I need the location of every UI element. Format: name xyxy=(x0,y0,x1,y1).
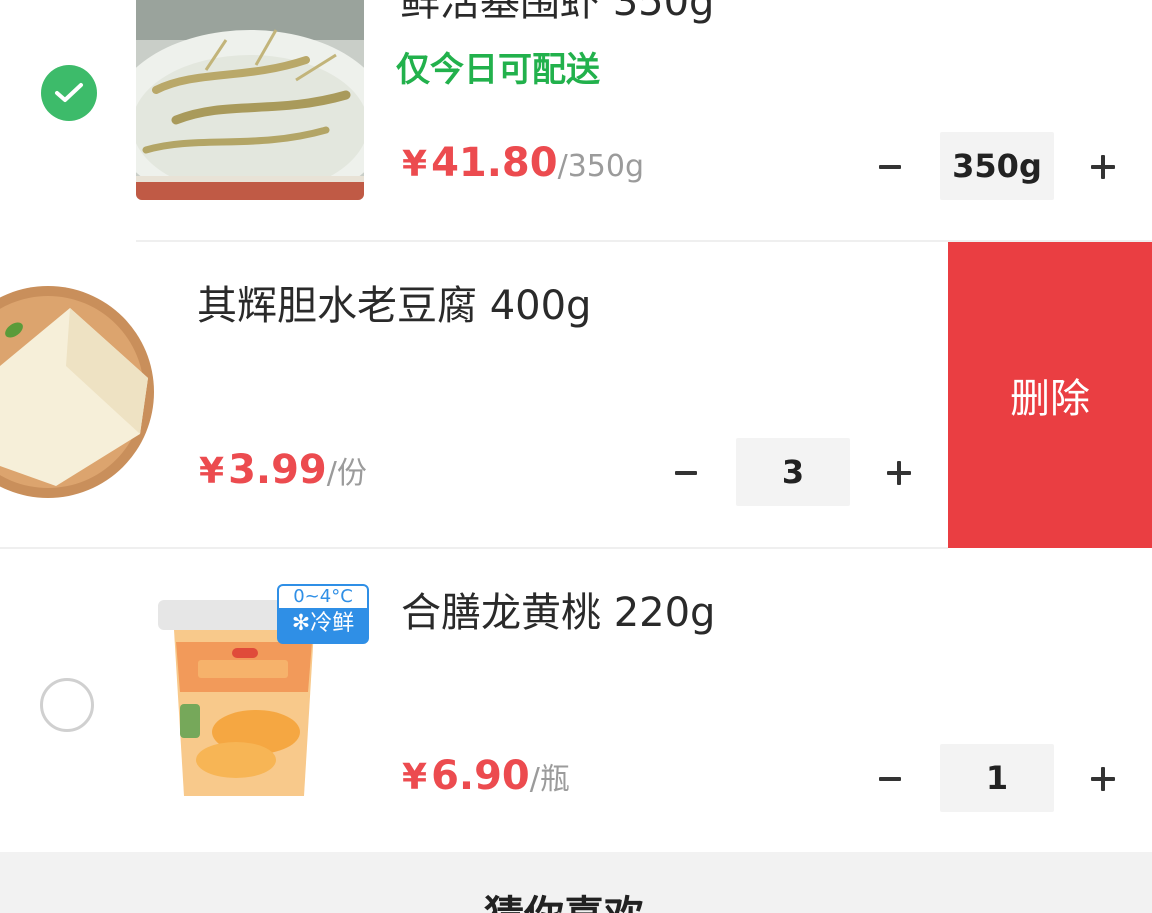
price-amount: 41.80 xyxy=(431,140,558,186)
select-checkbox-checked[interactable] xyxy=(41,65,97,121)
price-unit: /瓶 xyxy=(529,762,570,797)
currency-symbol: ¥ xyxy=(199,451,225,492)
plus-icon xyxy=(1091,155,1115,179)
tofu-photo xyxy=(0,286,154,498)
cold-fresh-badge: 0~4°C ✻冷鲜 xyxy=(277,584,369,644)
price-amount: 3.99 xyxy=(228,447,327,493)
snowflake-icon: ✻ xyxy=(291,611,311,636)
product-image-shrimp[interactable] xyxy=(136,0,364,200)
quantity-display[interactable]: 350g xyxy=(940,132,1054,200)
increase-quantity-button[interactable] xyxy=(1083,147,1123,187)
increase-quantity-button[interactable] xyxy=(1083,759,1123,799)
cart-page: 鲜活基围虾 350g 仅今日可配送 ¥41.80/350g 350g 其辉胆水老… xyxy=(0,0,1152,913)
currency-symbol: ¥ xyxy=(402,144,428,185)
quantity-display[interactable]: 1 xyxy=(940,744,1054,812)
price-amount: 6.90 xyxy=(431,753,530,799)
minus-icon xyxy=(879,165,901,169)
price-unit: /份 xyxy=(326,456,367,491)
plus-icon xyxy=(1091,767,1115,791)
product-price: ¥3.99/份 xyxy=(199,450,367,490)
badge-text: 冷鲜 xyxy=(310,611,355,636)
increase-quantity-button[interactable] xyxy=(879,453,919,493)
minus-icon xyxy=(675,471,697,475)
checkmark-icon xyxy=(55,83,83,102)
shrimp-photo xyxy=(136,0,364,200)
currency-symbol: ¥ xyxy=(402,757,428,798)
product-title[interactable]: 鲜活基围虾 350g xyxy=(400,0,714,22)
delete-button[interactable]: 删除 xyxy=(948,242,1152,548)
minus-icon xyxy=(879,777,901,781)
product-title[interactable]: 其辉胆水老豆腐 400g xyxy=(197,286,591,326)
quantity-display[interactable]: 3 xyxy=(736,438,850,506)
product-price: ¥41.80/350g xyxy=(402,143,644,183)
product-price: ¥6.90/瓶 xyxy=(402,756,570,796)
decrease-quantity-button[interactable] xyxy=(666,453,706,493)
decrease-quantity-button[interactable] xyxy=(870,147,910,187)
product-image-tofu[interactable] xyxy=(0,286,154,498)
price-unit: /350g xyxy=(557,149,645,184)
badge-cold-label: ✻冷鲜 xyxy=(279,608,367,640)
badge-temperature: 0~4°C xyxy=(279,586,367,608)
plus-icon xyxy=(887,461,911,485)
delivery-tag: 仅今日可配送 xyxy=(396,50,600,90)
select-checkbox-unchecked[interactable] xyxy=(40,678,94,732)
decrease-quantity-button[interactable] xyxy=(870,759,910,799)
product-title[interactable]: 合膳龙黄桃 220g xyxy=(401,593,715,633)
item-divider xyxy=(0,547,948,549)
recommend-title: 猜你喜欢 xyxy=(484,896,644,913)
